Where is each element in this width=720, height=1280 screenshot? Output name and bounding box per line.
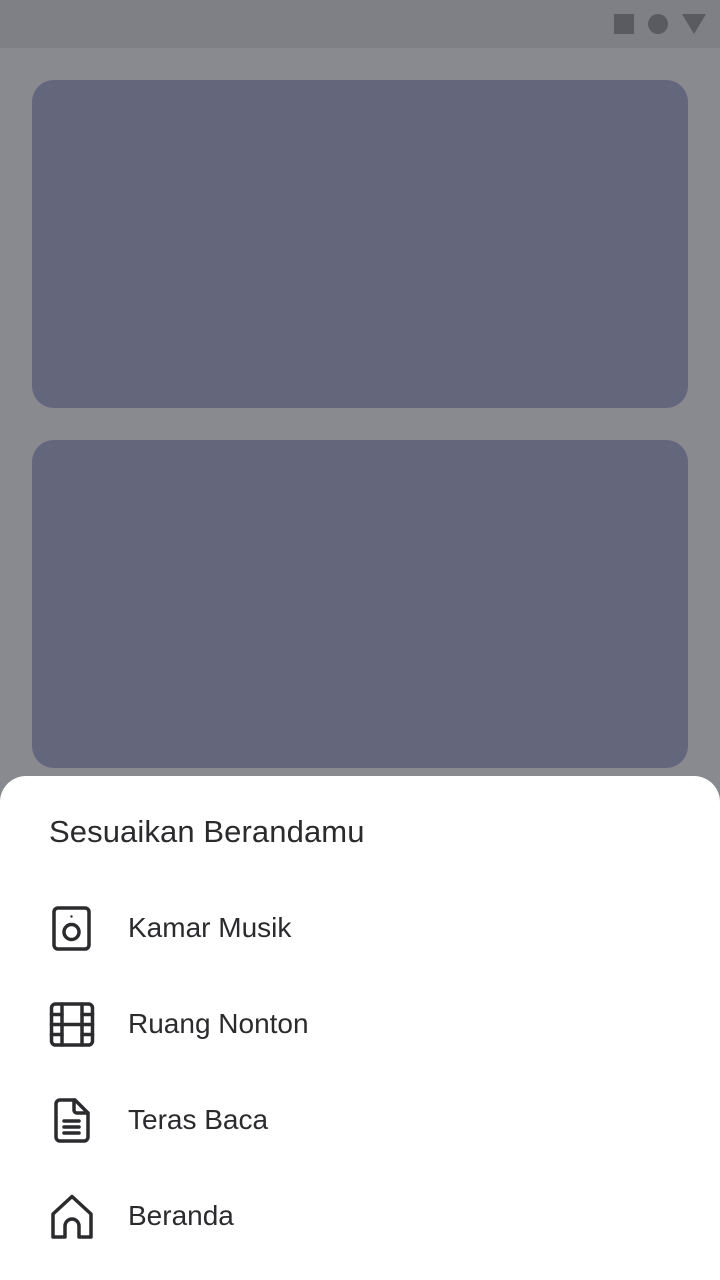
sheet-menu: Kamar Musik Ruang Nonton Teras Baca Bera… bbox=[0, 880, 720, 1264]
home-icon bbox=[48, 1192, 96, 1240]
status-icons bbox=[614, 14, 706, 34]
film-icon bbox=[48, 1000, 96, 1048]
document-icon bbox=[48, 1096, 96, 1144]
home-circle-icon bbox=[648, 14, 668, 34]
menu-item-beranda[interactable]: Beranda bbox=[0, 1168, 720, 1264]
bottom-sheet: Sesuaikan Berandamu Kamar Musik Ruang No… bbox=[0, 776, 720, 1280]
menu-item-label: Beranda bbox=[128, 1200, 234, 1231]
status-bar bbox=[0, 0, 720, 48]
recent-apps-icon bbox=[614, 14, 634, 34]
menu-item-ruang-nonton[interactable]: Ruang Nonton bbox=[0, 976, 720, 1072]
content-card-placeholder bbox=[32, 80, 688, 408]
menu-item-teras-baca[interactable]: Teras Baca bbox=[0, 1072, 720, 1168]
menu-item-label: Ruang Nonton bbox=[128, 1008, 309, 1039]
menu-item-label: Teras Baca bbox=[128, 1104, 269, 1135]
menu-item-label: Kamar Musik bbox=[128, 912, 292, 943]
back-triangle-icon bbox=[682, 14, 706, 34]
menu-item-kamar-musik[interactable]: Kamar Musik bbox=[0, 880, 720, 976]
sheet-title: Sesuaikan Berandamu bbox=[49, 814, 365, 849]
speaker-icon bbox=[48, 904, 96, 952]
content-card-placeholder bbox=[32, 440, 688, 768]
